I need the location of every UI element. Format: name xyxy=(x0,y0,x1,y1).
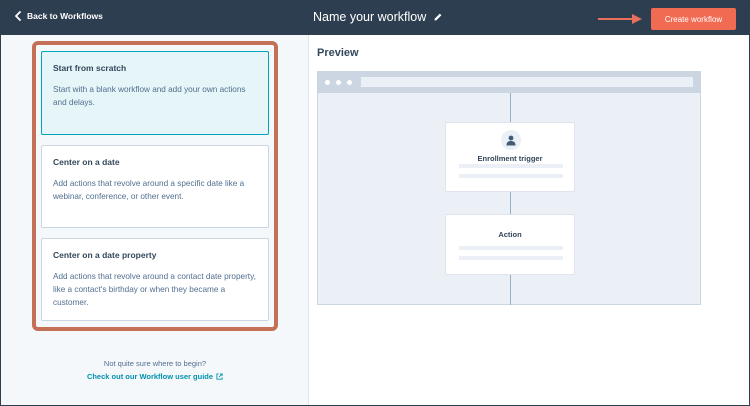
preview-heading: Preview xyxy=(317,47,359,59)
preview-browser-bar xyxy=(318,72,700,93)
back-link-label: Back to Workflows xyxy=(27,11,103,21)
window-dot xyxy=(325,80,330,85)
workflow-preview: Enrollment trigger Action xyxy=(317,71,701,305)
workflow-name-text: Name your workflow xyxy=(313,10,427,24)
action-node: Action xyxy=(445,214,575,275)
panel-divider xyxy=(308,35,309,405)
chevron-left-icon xyxy=(15,11,21,21)
workflow-name-editable[interactable]: Name your workflow xyxy=(313,10,443,24)
guide-link-label: Check out our Workflow user guide xyxy=(86,372,214,381)
create-workflow-button[interactable]: Create workflow xyxy=(651,8,736,30)
preview-url-bar xyxy=(361,77,693,87)
placeholder-line xyxy=(459,174,563,178)
enrollment-trigger-node: Enrollment trigger xyxy=(445,122,575,192)
highlight-annotation-frame xyxy=(32,41,278,331)
pencil-icon[interactable] xyxy=(433,12,443,22)
placeholder-line xyxy=(459,256,563,260)
help-prompt: Not quite sure where to begin? xyxy=(103,359,207,368)
window-dot xyxy=(336,80,341,85)
external-link-icon xyxy=(216,373,223,380)
workflow-guide-link[interactable]: Check out our Workflow user guide xyxy=(41,372,269,381)
placeholder-line xyxy=(459,164,563,168)
arrow-right-icon xyxy=(598,14,642,24)
back-to-workflows-link[interactable]: Back to Workflows xyxy=(14,11,103,21)
action-label: Action xyxy=(498,230,522,239)
app-window: Back to Workflows Name your workflow Cre… xyxy=(0,0,750,406)
window-dot xyxy=(347,80,352,85)
placeholder-line xyxy=(459,246,563,250)
top-navigation-bar: Back to Workflows Name your workflow Cre… xyxy=(1,1,749,35)
user-icon xyxy=(501,130,521,150)
trigger-label: Enrollment trigger xyxy=(477,154,543,163)
